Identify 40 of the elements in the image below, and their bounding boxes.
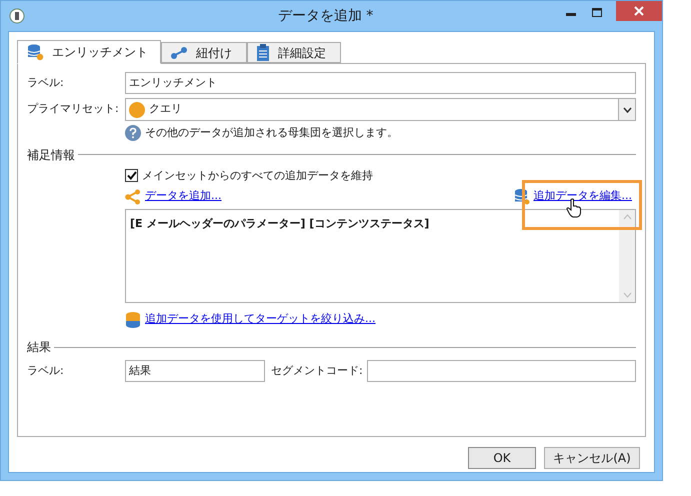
database-icon	[26, 43, 44, 61]
scrollbar[interactable]	[619, 210, 635, 302]
add-data-link[interactable]: データを追加...	[145, 188, 222, 205]
chevron-down-icon	[622, 106, 632, 112]
edit-data-link[interactable]: 追加データを編集...	[534, 188, 632, 205]
tab[interactable]: 紐付け	[161, 42, 247, 63]
app-icon	[9, 8, 25, 24]
keep-checkbox[interactable]	[125, 169, 138, 182]
database-icon	[514, 188, 530, 205]
field-label: ラベル:	[27, 362, 65, 379]
close-icon	[634, 6, 644, 16]
checkbox-label: メインセットからのすべての追加データを維持	[142, 168, 373, 184]
link-icon	[170, 46, 188, 60]
primary-set-dropdown[interactable]: クエリ	[125, 98, 636, 121]
tab[interactable]: 詳細設定	[247, 42, 341, 63]
close-button[interactable]	[616, 1, 662, 21]
database-icon	[125, 311, 141, 328]
scroll-down-icon[interactable]	[622, 292, 632, 298]
field-label: プライマリセット:	[27, 101, 120, 118]
window-title: データを追加 *	[278, 6, 374, 26]
section-heading: 結果	[27, 339, 51, 356]
clipboard-icon	[256, 44, 270, 61]
ok-button[interactable]: OK	[468, 447, 536, 469]
additional-data-list[interactable]: [E メールヘッダーのパラメーター] [コンテンツステータス]	[125, 209, 636, 303]
cancel-button[interactable]: キャンセル(A)	[544, 447, 640, 469]
section-heading: 補足情報	[27, 146, 75, 164]
list-text: [E メールヘッダーのパラメーター] [コンテンツステータス]	[129, 216, 430, 232]
result-label-field[interactable]: 結果	[125, 360, 265, 382]
help-icon	[125, 125, 141, 142]
filter-target-link[interactable]: 追加データを使用してターゲットを絞り込み...	[145, 311, 376, 328]
field-label: セグメントコード:	[271, 362, 363, 379]
hint-text: その他のデータが追加される母集団を選択します。	[145, 125, 398, 141]
label-field[interactable]: エンリッチメント	[125, 72, 636, 94]
circle-icon	[129, 102, 145, 118]
tab[interactable]: エンリッチメント	[17, 40, 161, 64]
maximize-icon[interactable]	[592, 8, 602, 17]
field-label: ラベル:	[27, 74, 65, 91]
share-icon	[125, 188, 141, 204]
scroll-up-icon[interactable]	[622, 214, 632, 220]
segment-code-field[interactable]	[366, 360, 636, 382]
